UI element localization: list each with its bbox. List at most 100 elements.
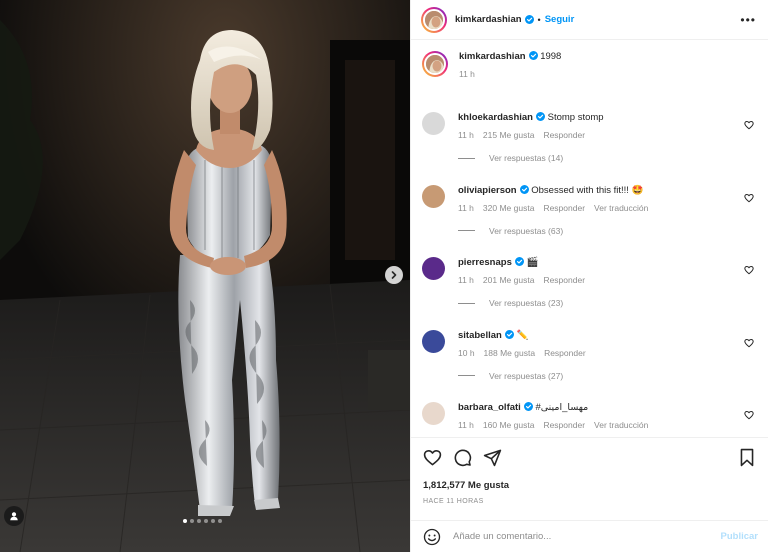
comment-line: sitabellan ✏️ — [458, 329, 758, 342]
emoji-icon[interactable] — [423, 528, 441, 546]
view-replies-button[interactable]: Ver respuestas (23) — [458, 298, 758, 308]
comment-likes[interactable]: 188 Me gusta — [484, 348, 536, 358]
reply-button[interactable]: Responder — [543, 420, 585, 430]
chevron-right-icon — [391, 271, 397, 279]
avatar-image — [423, 8, 445, 31]
comment-button[interactable] — [453, 448, 472, 467]
comment-time[interactable]: 11 h — [458, 420, 474, 430]
send-icon — [483, 449, 502, 466]
author-avatar[interactable] — [421, 6, 447, 33]
comment-like-button[interactable] — [744, 407, 754, 425]
commenter-avatar[interactable] — [422, 402, 445, 425]
replies-divider — [458, 157, 475, 159]
comment-time[interactable]: 11 h — [458, 275, 474, 285]
verified-badge-icon — [523, 402, 533, 411]
comment-text: #مهسا_امینی — [535, 402, 589, 413]
comment-likes[interactable]: 320 Me gusta — [483, 203, 535, 213]
comment-item: oliviapierson Obsessed with this fit!!! … — [422, 174, 758, 247]
carousel-dot — [218, 519, 222, 523]
translate-button[interactable]: Ver traducción — [594, 420, 648, 430]
replies-label: Ver respuestas (23) — [489, 298, 564, 308]
comment-thread: khloekardashian Stomp stomp 11 h 215 Me … — [422, 101, 758, 437]
carousel-indicator — [183, 519, 222, 523]
verified-badge-icon — [514, 257, 524, 266]
post-panel: kimkardashian • Seguir ••• kimkardashian… — [410, 0, 768, 552]
heart-icon — [423, 449, 442, 465]
author-username[interactable]: kimkardashian — [455, 14, 522, 25]
like-button[interactable] — [423, 448, 442, 467]
header-separator: • — [537, 14, 541, 25]
verified-badge-icon — [535, 112, 545, 121]
share-button[interactable] — [483, 448, 502, 467]
replies-divider — [458, 375, 475, 376]
commenter-avatar[interactable] — [422, 184, 445, 208]
carousel-next-button[interactable] — [385, 266, 403, 284]
user-icon — [10, 512, 18, 521]
comment-likes[interactable]: 201 Me gusta — [483, 275, 535, 285]
comment-line: pierresnaps 🎬 — [458, 257, 758, 269]
view-replies-button[interactable]: Ver respuestas (27) — [458, 371, 758, 381]
bookmark-icon — [740, 448, 754, 466]
caption-avatar[interactable] — [422, 51, 448, 77]
heart-icon — [744, 120, 754, 130]
commenter-avatar[interactable] — [422, 329, 445, 353]
heart-icon — [744, 338, 754, 347]
comment-item: sitabellan ✏️ 10 h 188 Me gusta Responde… — [422, 319, 758, 392]
publish-button[interactable]: Publicar — [721, 531, 759, 542]
comment-like-button[interactable] — [744, 262, 754, 280]
comment-text: 🎬 — [526, 257, 539, 268]
caption-username[interactable]: kimkardashian — [459, 51, 526, 62]
comment-likes[interactable]: 160 Me gusta — [483, 420, 535, 430]
comment-line: barbara_olfati #مهسا_امینی — [458, 402, 758, 414]
comment-line: oliviapierson Obsessed with this fit!!! … — [458, 184, 758, 197]
comment-username[interactable]: barbara_olfati — [458, 402, 521, 413]
save-button[interactable] — [738, 448, 756, 467]
caption-time[interactable]: 11 h — [459, 69, 475, 79]
comment-likes[interactable]: 215 Me gusta — [483, 130, 535, 140]
verified-badge-icon — [524, 15, 534, 24]
tagged-people-button[interactable] — [4, 506, 24, 526]
comment-username[interactable]: oliviapierson — [458, 185, 517, 196]
reply-button[interactable]: Responder — [543, 130, 585, 140]
comment-text: Stomp stomp — [547, 112, 604, 123]
avatar-image — [424, 53, 446, 75]
comment-like-button[interactable] — [744, 117, 754, 135]
carousel-dot — [183, 519, 187, 523]
verified-badge-icon — [504, 329, 514, 339]
comment-like-button[interactable] — [744, 190, 754, 208]
follow-button[interactable]: Seguir — [545, 14, 575, 25]
comment-username[interactable]: sitabellan — [458, 330, 502, 341]
comment-meta: 10 h 188 Me gusta Responder — [458, 348, 758, 358]
translate-button[interactable]: Ver traducción — [594, 203, 648, 213]
more-options-button[interactable]: ••• — [740, 14, 756, 26]
likes-count[interactable]: 1,812,577 Me gusta — [423, 480, 756, 491]
heart-icon — [744, 410, 754, 420]
replies-divider — [458, 230, 475, 231]
view-replies-button[interactable]: Ver respuestas (14) — [458, 153, 758, 163]
carousel-dot — [204, 519, 208, 523]
comment-input[interactable] — [453, 531, 721, 542]
commenter-avatar[interactable] — [422, 257, 445, 280]
comments-list[interactable]: kimkardashian 1998 11 h khloekardashian … — [411, 41, 768, 437]
comment-time[interactable]: 11 h — [458, 203, 474, 213]
replies-label: Ver respuestas (27) — [489, 370, 564, 381]
post-timestamp[interactable]: HACE 11 HORAS — [423, 498, 756, 505]
comment-time[interactable]: 10 h — [458, 348, 475, 358]
comment-composer: Publicar — [411, 520, 768, 552]
comment-username[interactable]: khloekardashian — [458, 112, 533, 123]
view-replies-button[interactable]: Ver respuestas (63) — [458, 226, 758, 236]
comment-like-button[interactable] — [744, 335, 754, 353]
heart-icon — [744, 193, 754, 202]
reply-button[interactable]: Responder — [543, 203, 585, 213]
action-icons — [423, 447, 756, 467]
comment-time[interactable]: 11 h — [458, 130, 474, 140]
post-media[interactable] — [0, 0, 410, 552]
comment-item: barbara_olfati #مهسا_امینی 11 h 160 Me g… — [422, 391, 758, 437]
caption-meta: 11 h — [459, 69, 758, 79]
reply-button[interactable]: Responder — [544, 348, 586, 358]
reply-button[interactable]: Responder — [543, 275, 585, 285]
comment-username[interactable]: pierresnaps — [458, 257, 512, 268]
replies-divider — [458, 302, 475, 304]
comment-item: pierresnaps 🎬 11 h 201 Me gusta Responde… — [422, 246, 758, 319]
commenter-avatar[interactable] — [422, 112, 445, 135]
